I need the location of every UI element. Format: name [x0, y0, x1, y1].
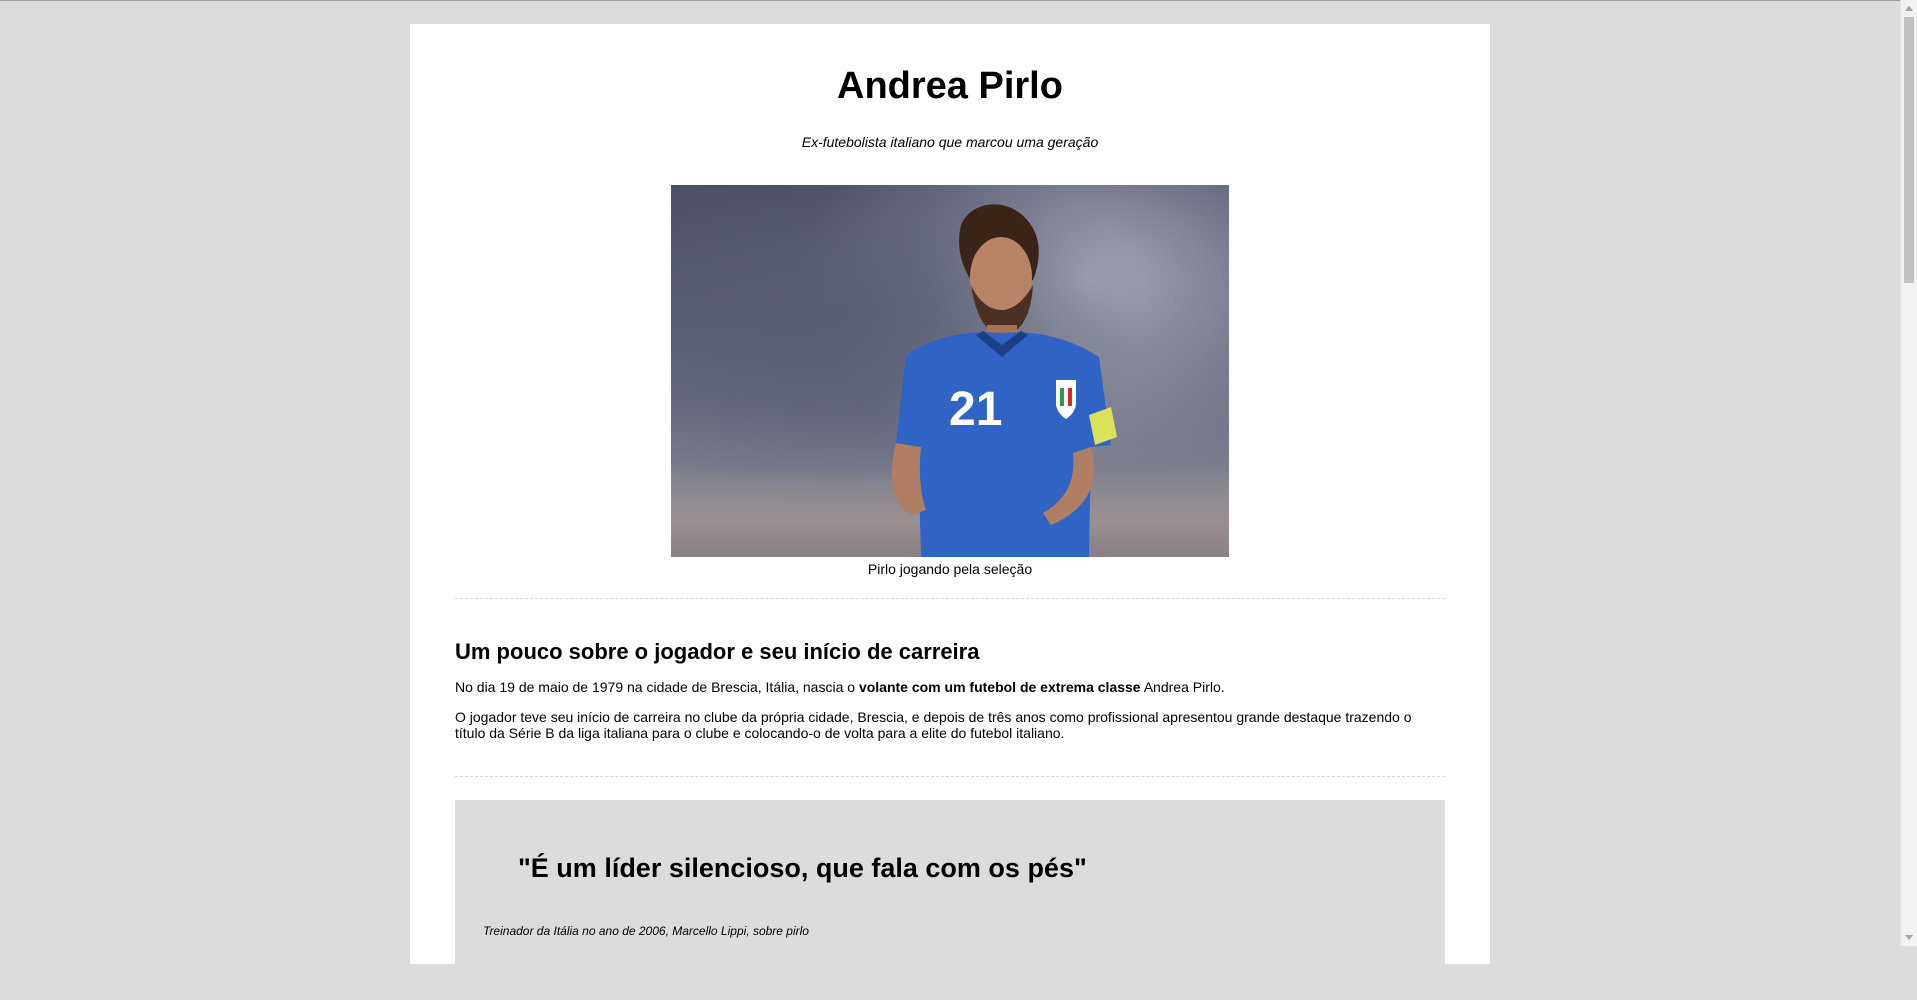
career-paragraph-1: No dia 19 de maio de 1979 na cidade de B… — [455, 679, 1445, 695]
player-figure: 21 Pirlo jogando pela seleção — [671, 185, 1229, 578]
page-title: Andrea Pirlo — [837, 65, 1063, 107]
para1-text-end: Andrea Pirlo. — [1140, 679, 1225, 695]
quote-citation: Treinador da Itália no ano de 2006, Marc… — [483, 924, 809, 938]
career-paragraph-2: O jogador teve seu início de carreira no… — [455, 709, 1412, 741]
quote-block: "É um líder silencioso, que fala com os … — [455, 800, 1445, 1000]
player-photo: 21 — [671, 185, 1229, 557]
tribute-page: Andrea Pirlo Ex-futebolista italiano que… — [410, 24, 1490, 1000]
para1-bold-text: volante com um futebol de extrema classe — [858, 679, 1141, 695]
quote-text: "É um líder silencioso, que fala com os … — [518, 853, 1087, 883]
section-divider-top — [455, 598, 1445, 599]
section-divider-bottom — [455, 776, 1445, 777]
scroll-up-arrow-icon[interactable] — [1905, 6, 1913, 11]
career-section-title: Um pouco sobre o jogador e seu início de… — [455, 639, 980, 664]
scroll-down-arrow-icon[interactable] — [1905, 935, 1913, 940]
vertical-scrollbar[interactable] — [1900, 0, 1917, 946]
page-subtitle: Ex-futebolista italiano que marcou uma g… — [801, 134, 1099, 150]
jersey-number: 21 — [949, 383, 1002, 436]
para1-text-start: No dia 19 de maio de 1979 na cidade de B… — [455, 679, 859, 695]
window-top-border — [0, 0, 1917, 1]
photo-caption: Pirlo jogando pela seleção — [867, 561, 1033, 577]
player-illustration: 21 — [891, 204, 1117, 557]
scrollbar-thumb[interactable] — [1904, 17, 1914, 283]
